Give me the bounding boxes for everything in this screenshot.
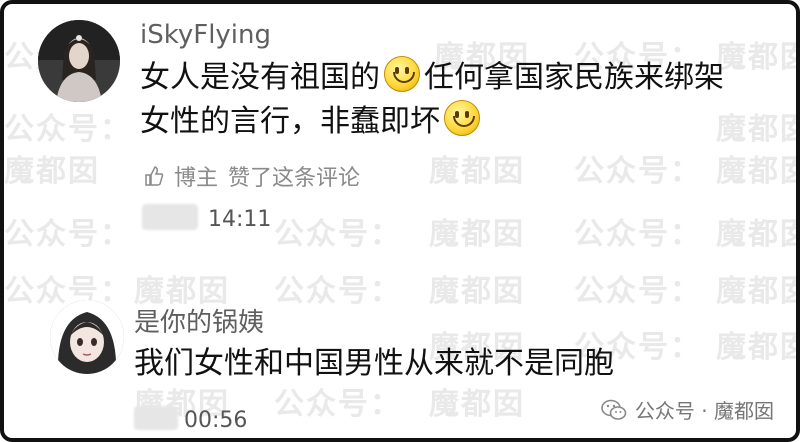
avatar-anime-icon xyxy=(50,300,124,374)
watermark-text: 魔都囡 xyxy=(429,217,525,252)
wechat-icon xyxy=(601,399,627,420)
comment-time: 00:56 xyxy=(184,408,248,433)
watermark-text: 公众号： xyxy=(574,274,702,309)
comment-username[interactable]: iSkyFlying xyxy=(140,20,271,50)
avatar[interactable] xyxy=(50,300,124,374)
avatar-portrait-icon xyxy=(38,20,120,102)
watermark-text: 公众号： xyxy=(4,274,132,309)
brand-watermark: 公众号 · 魔都囡 xyxy=(601,395,774,424)
watermark-text: 公众号： xyxy=(574,217,702,252)
watermark-text: 魔都囡 xyxy=(716,274,796,309)
watermark-text: 魔都囡 xyxy=(716,330,796,365)
watermark-text: 魔都囡 xyxy=(716,154,796,189)
watermark-text: 公众号： xyxy=(274,217,402,252)
watermark-text: 公众号： xyxy=(4,217,132,252)
brand-label: 公众号 · 魔都囡 xyxy=(634,399,774,423)
watermark-text: 魔都囡 xyxy=(429,154,525,189)
author-like-indicator: 博主 赞了这条评论 xyxy=(144,160,360,192)
comment-text-part: 女性的言行，非蠢即坏 xyxy=(140,104,440,139)
watermark-text: 公众号： xyxy=(4,112,132,147)
thumbs-up-icon xyxy=(145,166,164,186)
like-text: 赞了这条评论 xyxy=(228,166,361,191)
comment-text: 女人是没有祖国的 任何拿国家民族来绑架 女性的言行，非蠢即坏 xyxy=(140,56,724,144)
comment-text: 我们女性和中国男性从来就不是同胞 xyxy=(134,346,614,381)
comment-text-part: 任何拿国家民族来绑架 xyxy=(424,60,724,95)
comment-time: 14:11 xyxy=(208,207,272,232)
comment-text-part: 女人是没有祖国的 xyxy=(140,60,380,95)
watermark-text: 魔都囡 xyxy=(716,112,796,147)
watermark-text: 魔都囡 xyxy=(716,217,796,252)
comment-username[interactable]: 是你的锅姨 xyxy=(134,302,264,339)
watermark-text: 魔都囡 xyxy=(4,154,100,189)
blurred-location xyxy=(142,204,198,230)
blurred-location xyxy=(134,406,178,430)
screenshot-frame: 公众号： 魔都囡 公众号： 魔都囡 公众号： 魔都囡 魔都囡 魔都囡 公众号： … xyxy=(0,0,800,442)
watermark-text: 魔都囡 xyxy=(716,40,796,75)
smile-emoji-icon xyxy=(384,56,420,92)
watermark-text: 魔都囡 xyxy=(429,274,525,309)
smile-emoji-icon xyxy=(444,100,480,136)
avatar[interactable] xyxy=(38,20,120,102)
watermark-text: 公众号： xyxy=(274,274,402,309)
watermark-text: 公众号： xyxy=(574,154,702,189)
like-author: 博主 xyxy=(174,166,219,191)
